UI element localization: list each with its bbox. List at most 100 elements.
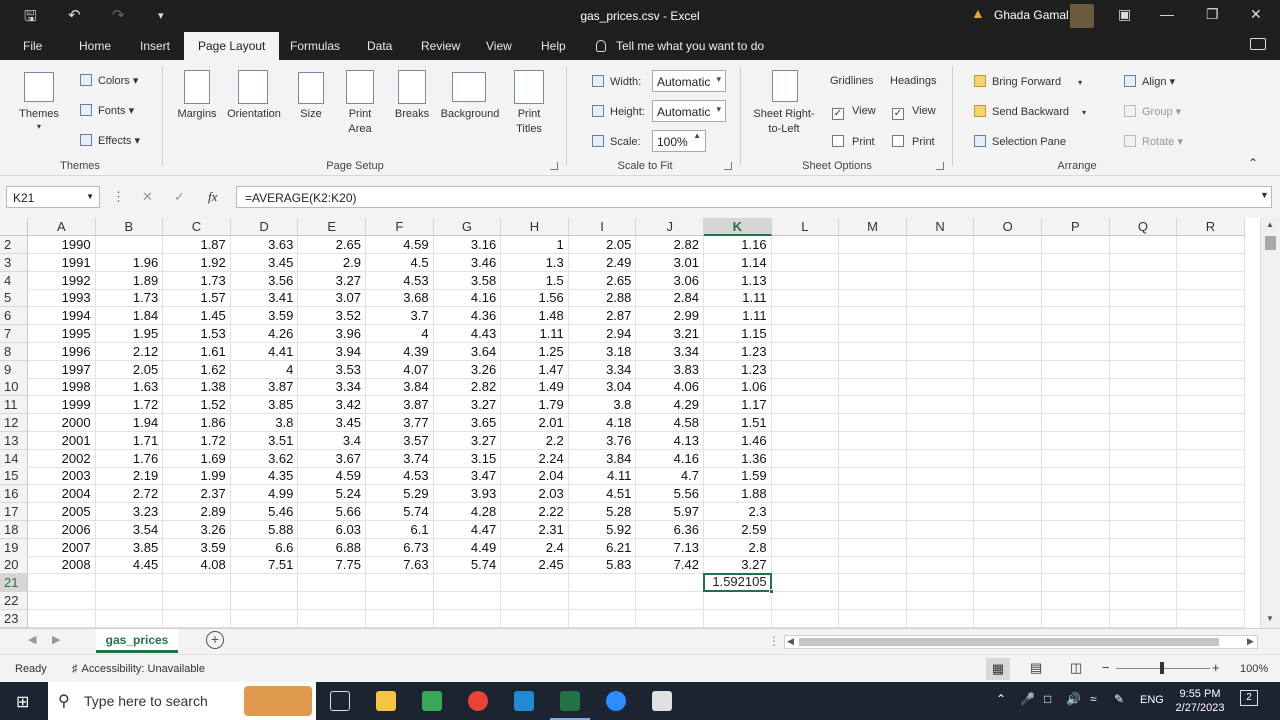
cell-e19[interactable]: 6.88	[298, 538, 366, 557]
cell-d2[interactable]: 3.63	[230, 236, 299, 254]
cell-i12[interactable]: 4.18	[568, 414, 637, 432]
cell-q18[interactable]	[1109, 520, 1178, 539]
cell-i22[interactable]	[568, 592, 637, 610]
cell-r16[interactable]	[1177, 485, 1245, 504]
cell-q20[interactable]	[1109, 556, 1178, 575]
print-area-button[interactable]: Print	[340, 108, 380, 120]
cancel-icon[interactable]: ✕	[142, 189, 153, 205]
cell-j3[interactable]: 3.01	[636, 253, 704, 272]
cell-n14[interactable]	[906, 449, 975, 468]
cell-d3[interactable]: 3.45	[230, 253, 299, 272]
zoom-app-icon[interactable]	[606, 691, 626, 711]
cell-c10[interactable]: 1.38	[163, 378, 231, 397]
cell-g6[interactable]: 4.36	[433, 307, 502, 326]
cell-j22[interactable]	[636, 592, 704, 610]
cell-o14[interactable]	[974, 449, 1042, 468]
cell-e13[interactable]: 3.4	[298, 431, 366, 450]
cell-b21[interactable]	[95, 574, 164, 593]
scroll-down-icon[interactable]: ▼	[1266, 614, 1274, 623]
cell-d23[interactable]	[230, 609, 299, 628]
cell-m14[interactable]	[839, 449, 907, 468]
row-header-3[interactable]: 3	[0, 253, 28, 272]
row-header-22[interactable]: 22	[0, 592, 28, 610]
cell-q16[interactable]	[1109, 485, 1178, 504]
cell-h8[interactable]: 1.25	[501, 342, 569, 361]
column-header-c[interactable]: C	[163, 218, 231, 236]
headings-view-checkbox[interactable]: ✓ View	[892, 105, 936, 120]
cell-k8[interactable]: 1.23	[704, 342, 772, 361]
orientation-button[interactable]: Orientation	[222, 108, 286, 120]
cell-p6[interactable]	[1042, 307, 1110, 326]
cell-r20[interactable]	[1177, 556, 1245, 575]
cell-d16[interactable]: 4.99	[230, 485, 299, 504]
minimize-icon[interactable]: —	[1160, 6, 1174, 22]
cell-a20[interactable]: 2008	[28, 556, 96, 575]
cell-a10[interactable]: 1998	[28, 378, 96, 397]
cell-b8[interactable]: 2.12	[95, 342, 164, 361]
cell-i17[interactable]: 5.28	[568, 503, 637, 521]
cell-q15[interactable]	[1109, 467, 1178, 486]
cell-j21[interactable]	[636, 574, 704, 593]
cell-n2[interactable]	[906, 236, 975, 254]
cell-b15[interactable]: 2.19	[95, 467, 164, 486]
vertical-scroll-thumb[interactable]	[1265, 236, 1276, 250]
cell-k17[interactable]: 2.3	[704, 503, 772, 521]
cell-d7[interactable]: 4.26	[230, 325, 299, 343]
themes-dropdown-icon[interactable]: ▾	[14, 122, 64, 131]
row-header-5[interactable]: 5	[0, 289, 28, 308]
select-all-corner[interactable]	[0, 218, 28, 236]
cell-r12[interactable]	[1177, 414, 1245, 432]
cell-f19[interactable]: 6.73	[366, 538, 434, 557]
cell-g11[interactable]: 3.27	[433, 396, 502, 415]
cell-o5[interactable]	[974, 289, 1042, 308]
cell-d11[interactable]: 3.85	[230, 396, 299, 415]
cell-h6[interactable]: 1.48	[501, 307, 569, 326]
cell-a13[interactable]: 2001	[28, 431, 96, 450]
cell-o4[interactable]	[974, 271, 1042, 290]
size-button[interactable]: Size	[292, 108, 330, 120]
cell-q3[interactable]	[1109, 253, 1178, 272]
horizontal-scrollbar[interactable]: ◀ ▶	[784, 635, 1258, 649]
cell-j19[interactable]: 7.13	[636, 538, 704, 557]
row-header-11[interactable]: 11	[0, 396, 28, 415]
cell-r3[interactable]	[1177, 253, 1245, 272]
file-explorer-icon[interactable]	[376, 691, 396, 711]
cell-h21[interactable]	[501, 574, 569, 593]
cell-b5[interactable]: 1.73	[95, 289, 164, 308]
cell-o7[interactable]	[974, 325, 1042, 343]
cell-g14[interactable]: 3.15	[433, 449, 502, 468]
cell-i7[interactable]: 2.94	[568, 325, 637, 343]
cell-f10[interactable]: 3.84	[366, 378, 434, 397]
fill-handle[interactable]	[768, 589, 774, 594]
row-header-17[interactable]: 17	[0, 503, 28, 521]
background-icon[interactable]	[452, 72, 486, 102]
cell-d6[interactable]: 3.59	[230, 307, 299, 326]
cell-d20[interactable]: 7.51	[230, 556, 299, 575]
column-header-i[interactable]: I	[568, 218, 637, 236]
cell-o6[interactable]	[974, 307, 1042, 326]
cell-p21[interactable]	[1042, 574, 1110, 593]
cell-p10[interactable]	[1042, 378, 1110, 397]
cell-e7[interactable]: 3.96	[298, 325, 366, 343]
cell-r9[interactable]	[1177, 360, 1245, 379]
cell-q5[interactable]	[1109, 289, 1178, 308]
cell-p18[interactable]	[1042, 520, 1110, 539]
cell-p20[interactable]	[1042, 556, 1110, 575]
cell-d18[interactable]: 5.88	[230, 520, 299, 539]
next-sheet-icon[interactable]: ▶	[52, 633, 60, 646]
cell-b17[interactable]: 3.23	[95, 503, 164, 521]
cell-b23[interactable]	[95, 609, 164, 628]
effects-button[interactable]: Effects ▾	[80, 134, 140, 147]
tray-overflow-icon[interactable]: ⌃	[996, 692, 1006, 706]
cell-m16[interactable]	[839, 485, 907, 504]
cell-j20[interactable]: 7.42	[636, 556, 704, 575]
cell-c12[interactable]: 1.86	[163, 414, 231, 432]
cell-p11[interactable]	[1042, 396, 1110, 415]
cell-p16[interactable]	[1042, 485, 1110, 504]
cell-r19[interactable]	[1177, 538, 1245, 557]
cell-r23[interactable]	[1177, 609, 1245, 628]
add-sheet-icon[interactable]: +	[206, 631, 224, 649]
cell-g16[interactable]: 3.93	[433, 485, 502, 504]
cell-d14[interactable]: 3.62	[230, 449, 299, 468]
cell-b14[interactable]: 1.76	[95, 449, 164, 468]
